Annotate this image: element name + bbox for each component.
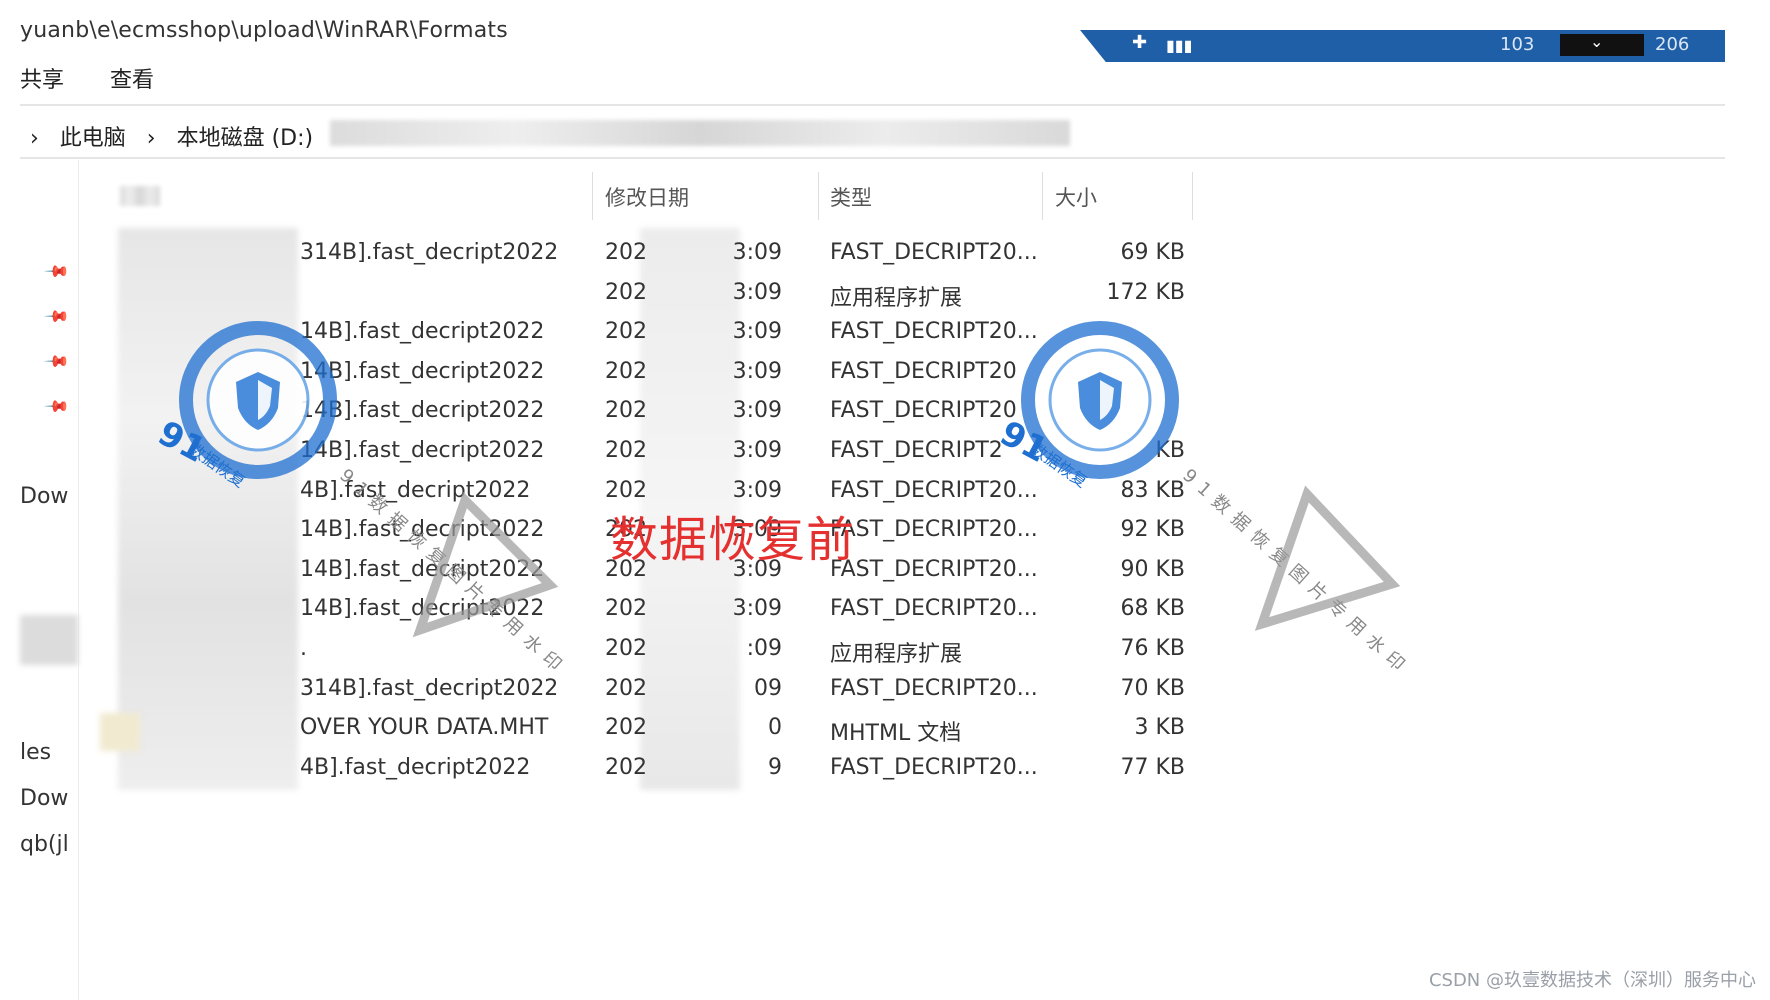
taskbar-number-left: 103	[1500, 34, 1535, 55]
column-header-name-redacted[interactable]	[120, 186, 160, 206]
file-size: 92 KB	[1120, 517, 1185, 542]
breadcrumb-this-pc[interactable]: 此电脑	[60, 126, 126, 151]
column-divider[interactable]	[1042, 172, 1043, 220]
table-row[interactable]: 314B].fast_decript2022 202 3:09 FAST_DECRIP…	[0, 240, 1200, 270]
file-date-suffix: 3:09	[732, 359, 782, 384]
file-size: 77 KB	[1120, 755, 1185, 780]
file-name: 4B].fast_decript2022	[300, 755, 531, 780]
column-divider[interactable]	[592, 172, 593, 220]
file-date-prefix: 202	[605, 755, 647, 780]
breadcrumb: › 此电脑 › 本地磁盘 (D:)	[30, 120, 313, 152]
column-header-date[interactable]: 修改日期	[605, 182, 689, 212]
table-row[interactable]: 4B].fast_decript2022 202 9 FAST_DECRIPT20..…	[0, 755, 1200, 785]
table-row[interactable]: 202 3:09 应用程序扩展 172 KB	[0, 280, 1200, 311]
csdn-credit: CSDN @玖壹数据技术（深圳）服务中心	[1428, 970, 1756, 991]
file-size: 3 KB	[1134, 715, 1185, 740]
file-date-suffix: 0	[768, 715, 782, 740]
file-size: 68 KB	[1120, 596, 1185, 621]
file-name: .	[300, 636, 307, 661]
file-size: 69 KB	[1120, 240, 1185, 265]
file-type: FAST_DECRIPT20...	[830, 240, 1038, 265]
breadcrumb-redacted	[330, 120, 1070, 146]
table-row[interactable]: 14B].fast_decript2022 202 3:09 FAST_DECRIPT…	[0, 517, 1200, 547]
file-date-prefix: 202	[605, 676, 647, 701]
breadcrumb-local-disk[interactable]: 本地磁盘 (D:)	[177, 126, 314, 151]
file-size: 70 KB	[1120, 676, 1185, 701]
watermark-logo-left	[179, 321, 337, 479]
sidebar-item[interactable]: qb(jl	[20, 832, 69, 857]
file-date-prefix: 202	[605, 398, 647, 423]
file-type: 应用程序扩展	[830, 286, 963, 311]
file-size: 76 KB	[1120, 636, 1185, 661]
watermark-triangle-icon	[1254, 485, 1401, 631]
file-date-prefix: 202	[605, 715, 647, 740]
file-type: FAST_DECRIPT20...	[830, 596, 1038, 621]
table-row[interactable]: 14B].fast_decript2022 202 3:09 FAST_DECRIPT…	[0, 596, 1200, 626]
file-date-suffix: 3:09	[732, 319, 782, 344]
file-date-suffix: 3:09	[732, 398, 782, 423]
file-type: FAST_DECRIPT20...	[830, 557, 1038, 582]
taskbar-number-right: 206	[1655, 34, 1690, 55]
file-date-prefix: 202	[605, 596, 647, 621]
file-type: FAST_DECRIPT20...	[830, 755, 1038, 780]
file-type: FAST_DECRIPT20	[830, 359, 1017, 384]
table-row[interactable]: 14B].fast_decript2022 202 3:09 FAST_DECRIPT…	[0, 557, 1200, 587]
file-type: MHTML 文档	[830, 721, 962, 746]
file-date-prefix: 202	[605, 240, 647, 265]
address-divider	[20, 157, 1725, 159]
column-divider[interactable]	[1192, 172, 1193, 220]
file-date-suffix: :09	[746, 636, 782, 661]
file-date-suffix: 3:09	[732, 280, 782, 305]
file-type: FAST_DECRIPT20...	[830, 676, 1038, 701]
file-date-suffix: 3:09	[732, 438, 782, 463]
file-date-suffix: 09	[754, 676, 782, 701]
chevron-right-icon[interactable]: ›	[30, 126, 39, 151]
pin-icon[interactable]: ✚	[1132, 34, 1150, 52]
tab-view[interactable]: 查看	[110, 62, 154, 94]
file-date-prefix: 202	[605, 636, 647, 661]
window-path: yuanb\e\ecmsshop\upload\WinRAR\Formats	[20, 18, 508, 43]
signal-icon: ▮▮▮	[1166, 36, 1193, 55]
file-date-suffix: 9	[768, 755, 782, 780]
file-date-prefix: 202	[605, 319, 647, 344]
file-date-suffix: 3:09	[732, 240, 782, 265]
tab-share[interactable]: 共享	[20, 62, 64, 94]
chevron-right-icon[interactable]: ›	[147, 126, 156, 151]
column-header-type[interactable]: 类型	[830, 182, 872, 212]
file-type: FAST_DECRIPT2	[830, 438, 1003, 463]
file-name: 314B].fast_decript2022	[300, 676, 559, 701]
table-row[interactable]: 314B].fast_decript2022 202 09 FAST_DECRIPT2…	[0, 676, 1200, 706]
sidebar-item[interactable]: Dow	[20, 786, 68, 811]
watermark-logo-right	[1021, 321, 1179, 479]
file-date-prefix: 202	[605, 438, 647, 463]
file-size: 90 KB	[1120, 557, 1185, 582]
file-size: 172 KB	[1106, 280, 1185, 305]
file-type: FAST_DECRIPT20...	[830, 517, 1038, 542]
watermark-triangle-icon	[412, 491, 559, 638]
taskbar-fragment: ✚ ▮▮▮ 103 ⌄ 206	[1080, 30, 1725, 62]
file-date-prefix: 202	[605, 280, 647, 305]
file-name: OVER YOUR DATA.MHT	[300, 715, 549, 740]
file-type: 应用程序扩展	[830, 642, 963, 667]
file-date-suffix: 3:09	[732, 596, 782, 621]
table-row[interactable]: OVER YOUR DATA.MHT 202 0 MHTML 文档 3 KB	[0, 715, 1200, 746]
table-row[interactable]: . 202 :09 应用程序扩展 76 KB	[0, 636, 1200, 667]
before-recovery-label: 数据恢复前	[610, 512, 856, 568]
file-date-prefix: 202	[605, 359, 647, 384]
column-header-size[interactable]: 大小	[1055, 182, 1097, 212]
file-type: FAST_DECRIPT20	[830, 398, 1017, 423]
column-divider[interactable]	[818, 172, 819, 220]
ribbon-divider	[20, 104, 1725, 106]
chevron-down-icon[interactable]: ⌄	[1590, 32, 1603, 51]
file-name: 314B].fast_decript2022	[300, 240, 559, 265]
